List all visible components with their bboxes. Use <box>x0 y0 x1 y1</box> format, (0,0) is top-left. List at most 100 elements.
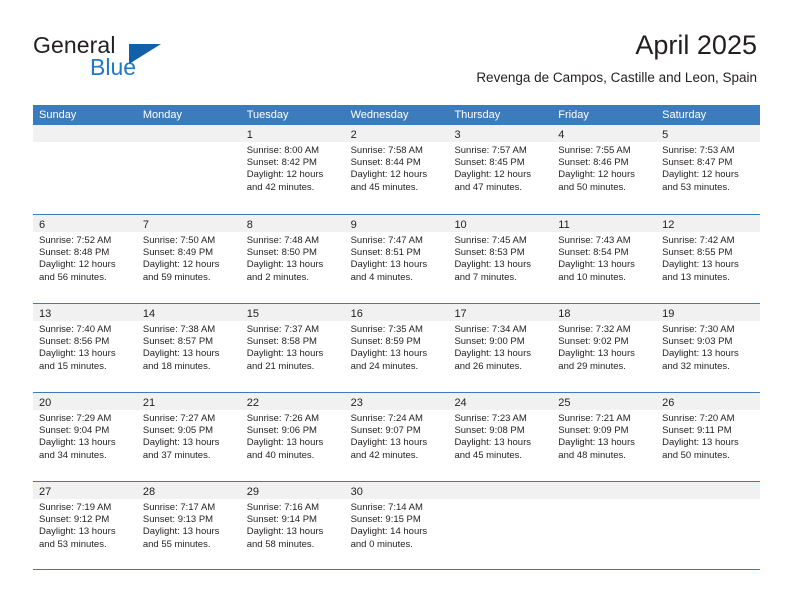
day-info: Sunrise: 7:45 AM Sunset: 8:53 PM Dayligh… <box>448 232 552 284</box>
daylight-text-line1: Daylight: 13 hours <box>558 437 635 449</box>
sunset-text: Sunset: 9:15 PM <box>350 514 421 526</box>
day-cell[interactable]: 18 Sunrise: 7:32 AM Sunset: 9:02 PM Dayl… <box>552 304 657 392</box>
sunrise-text: Sunrise: 7:58 AM <box>350 145 423 156</box>
sunset-text: Sunset: 8:51 PM <box>350 247 421 259</box>
day-info: Sunrise: 7:16 AM Sunset: 9:14 PM Dayligh… <box>241 499 345 551</box>
day-cell[interactable]: 4 Sunrise: 7:55 AM Sunset: 8:46 PM Dayli… <box>552 125 657 214</box>
sunrise-text: Sunrise: 7:32 AM <box>558 324 631 335</box>
day-number: 15 <box>246 308 259 320</box>
day-number-band: 18 <box>552 304 657 321</box>
day-info: Sunrise: 7:40 AM Sunset: 8:56 PM Dayligh… <box>33 321 137 373</box>
day-cell[interactable]: 11 Sunrise: 7:43 AM Sunset: 8:54 PM Dayl… <box>552 215 657 303</box>
day-info: Sunrise: 7:48 AM Sunset: 8:50 PM Dayligh… <box>241 232 345 284</box>
day-info: Sunrise: 7:26 AM Sunset: 9:06 PM Dayligh… <box>241 410 345 462</box>
day-cell[interactable]: 22 Sunrise: 7:26 AM Sunset: 9:06 PM Dayl… <box>240 393 345 481</box>
day-number: 25 <box>558 397 571 409</box>
day-number: 6 <box>39 219 46 231</box>
day-cell[interactable]: 13 Sunrise: 7:40 AM Sunset: 8:56 PM Dayl… <box>33 304 137 392</box>
sunrise-text: Sunrise: 8:00 AM <box>246 145 320 156</box>
sunset-text: Sunset: 9:03 PM <box>662 336 733 348</box>
daylight-text-line1: Daylight: 13 hours <box>454 259 532 271</box>
daylight-text-line1: Daylight: 13 hours <box>246 348 324 360</box>
day-cell[interactable]: 1 Sunrise: 8:00 AM Sunset: 8:42 PM Dayli… <box>240 125 345 214</box>
day-cell[interactable]: 23 Sunrise: 7:24 AM Sunset: 9:07 PM Dayl… <box>344 393 449 481</box>
daylight-text-line2: and 13 minutes. <box>662 271 730 283</box>
day-info: Sunrise: 7:24 AM Sunset: 9:07 PM Dayligh… <box>345 410 449 462</box>
daylight-text-line1: Daylight: 12 hours <box>558 169 635 181</box>
day-info: Sunrise: 7:35 AM Sunset: 8:59 PM Dayligh… <box>345 321 449 373</box>
day-cell[interactable]: 24 Sunrise: 7:23 AM Sunset: 9:08 PM Dayl… <box>448 393 553 481</box>
daylight-text-line1: Daylight: 13 hours <box>350 437 428 449</box>
day-cell[interactable]: 25 Sunrise: 7:21 AM Sunset: 9:09 PM Dayl… <box>552 393 657 481</box>
day-cell[interactable]: 17 Sunrise: 7:34 AM Sunset: 9:00 PM Dayl… <box>448 304 553 392</box>
day-cell[interactable]: 19 Sunrise: 7:30 AM Sunset: 9:03 PM Dayl… <box>656 304 761 392</box>
daylight-text-line2: and 34 minutes. <box>39 449 107 461</box>
day-info: Sunrise: 7:47 AM Sunset: 8:51 PM Dayligh… <box>345 232 449 284</box>
sunset-text: Sunset: 8:46 PM <box>558 157 629 169</box>
day-cell[interactable]: 30 Sunrise: 7:14 AM Sunset: 9:15 PM Dayl… <box>344 482 449 569</box>
day-info: Sunrise: 7:32 AM Sunset: 9:02 PM Dayligh… <box>552 321 656 373</box>
day-info: Sunrise: 7:38 AM Sunset: 8:57 PM Dayligh… <box>137 321 241 373</box>
week-row: 1 Sunrise: 8:00 AM Sunset: 8:42 PM Dayli… <box>33 125 761 214</box>
day-cell[interactable]: 20 Sunrise: 7:29 AM Sunset: 9:04 PM Dayl… <box>33 393 137 481</box>
day-cell[interactable]: 12 Sunrise: 7:42 AM Sunset: 8:55 PM Dayl… <box>656 215 761 303</box>
day-number: 4 <box>558 129 565 141</box>
day-cell[interactable]: 21 Sunrise: 7:27 AM Sunset: 9:05 PM Dayl… <box>136 393 241 481</box>
sunset-text: Sunset: 8:44 PM <box>350 157 421 169</box>
day-cell[interactable]: 14 Sunrise: 7:38 AM Sunset: 8:57 PM Dayl… <box>136 304 241 392</box>
day-cell[interactable]: 27 Sunrise: 7:19 AM Sunset: 9:12 PM Dayl… <box>33 482 137 569</box>
day-cell[interactable]: 10 Sunrise: 7:45 AM Sunset: 8:53 PM Dayl… <box>448 215 553 303</box>
day-cell[interactable] <box>136 125 241 214</box>
day-cell[interactable]: 15 Sunrise: 7:37 AM Sunset: 8:58 PM Dayl… <box>240 304 345 392</box>
day-cell[interactable]: 6 Sunrise: 7:52 AM Sunset: 8:48 PM Dayli… <box>33 215 137 303</box>
day-number-band: 25 <box>552 393 657 410</box>
sunrise-text: Sunrise: 7:45 AM <box>454 235 527 246</box>
day-cell[interactable] <box>656 482 761 569</box>
sunrise-text: Sunrise: 7:52 AM <box>39 235 112 246</box>
day-cell[interactable]: 28 Sunrise: 7:17 AM Sunset: 9:13 PM Dayl… <box>136 482 241 569</box>
title-block: April 2025 Revenga de Campos, Castille a… <box>476 28 757 88</box>
day-cell[interactable]: 7 Sunrise: 7:50 AM Sunset: 8:49 PM Dayli… <box>136 215 241 303</box>
weekday-header-thursday: Thursday <box>454 109 501 121</box>
daylight-text-line1: Daylight: 12 hours <box>142 259 220 271</box>
daylight-text-line1: Daylight: 12 hours <box>662 169 739 181</box>
week-row: 6 Sunrise: 7:52 AM Sunset: 8:48 PM Dayli… <box>33 214 761 303</box>
daylight-text-line2: and 50 minutes. <box>662 449 730 461</box>
day-number-band: 24 <box>448 393 553 410</box>
daylight-text-line1: Daylight: 13 hours <box>662 259 739 271</box>
sunrise-text: Sunrise: 7:37 AM <box>246 324 320 335</box>
day-number: 18 <box>558 308 571 320</box>
daylight-text-line2: and 48 minutes. <box>558 449 626 461</box>
day-number: 20 <box>39 397 52 409</box>
day-number-band <box>656 482 761 499</box>
sunrise-text: Sunrise: 7:27 AM <box>142 413 216 424</box>
day-cell[interactable]: 8 Sunrise: 7:48 AM Sunset: 8:50 PM Dayli… <box>240 215 345 303</box>
daylight-text-line1: Daylight: 13 hours <box>350 348 428 360</box>
day-info: Sunrise: 7:29 AM Sunset: 9:04 PM Dayligh… <box>33 410 137 462</box>
day-number-band: 5 <box>656 125 761 142</box>
weekday-header-friday: Friday <box>558 109 589 121</box>
day-cell[interactable]: 16 Sunrise: 7:35 AM Sunset: 8:59 PM Dayl… <box>344 304 449 392</box>
day-cell[interactable] <box>448 482 553 569</box>
daylight-text-line1: Daylight: 13 hours <box>246 259 324 271</box>
day-cell[interactable] <box>33 125 137 214</box>
day-number: 13 <box>39 308 52 320</box>
weekday-header-monday: Monday <box>142 109 182 121</box>
daylight-text-line2: and 29 minutes. <box>558 360 626 372</box>
day-number-band: 28 <box>136 482 241 499</box>
daylight-text-line2: and 42 minutes. <box>246 181 315 193</box>
day-number-band: 1 <box>240 125 345 142</box>
sunrise-text: Sunrise: 7:57 AM <box>454 145 527 156</box>
day-cell[interactable] <box>552 482 657 569</box>
day-cell[interactable]: 5 Sunrise: 7:53 AM Sunset: 8:47 PM Dayli… <box>656 125 761 214</box>
weekday-header-wednesday: Wednesday <box>350 109 409 121</box>
daylight-text-line1: Daylight: 13 hours <box>662 348 739 360</box>
day-number-band <box>33 125 137 142</box>
day-cell[interactable]: 9 Sunrise: 7:47 AM Sunset: 8:51 PM Dayli… <box>344 215 449 303</box>
day-cell[interactable]: 29 Sunrise: 7:16 AM Sunset: 9:14 PM Dayl… <box>240 482 345 569</box>
day-cell[interactable]: 2 Sunrise: 7:58 AM Sunset: 8:44 PM Dayli… <box>344 125 449 214</box>
day-cell[interactable]: 3 Sunrise: 7:57 AM Sunset: 8:45 PM Dayli… <box>448 125 553 214</box>
sunrise-text: Sunrise: 7:24 AM <box>350 413 423 424</box>
week-row: 13 Sunrise: 7:40 AM Sunset: 8:56 PM Dayl… <box>33 303 761 392</box>
day-cell[interactable]: 26 Sunrise: 7:20 AM Sunset: 9:11 PM Dayl… <box>656 393 761 481</box>
